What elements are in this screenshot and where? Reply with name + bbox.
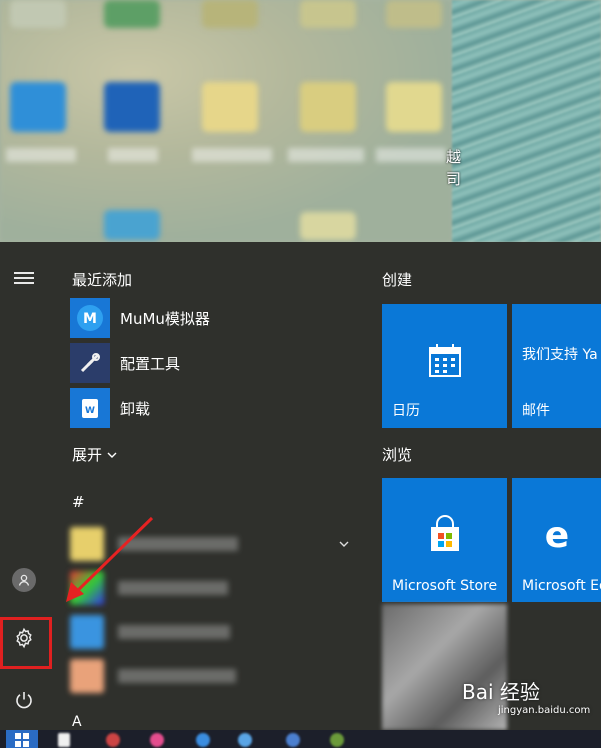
microsoft-edge-tile[interactable]: e Microsoft Ed <box>512 478 601 602</box>
calendar-icon <box>428 344 461 378</box>
app-icon <box>70 659 104 693</box>
app-item-label: 配置工具 <box>120 354 181 373</box>
expand-button[interactable]: 展开 <box>72 444 118 465</box>
user-icon <box>12 568 36 592</box>
taskbar <box>0 730 601 748</box>
create-group-header: 创建 <box>382 271 413 289</box>
watermark-url: jingyan.baidu.com <box>498 705 591 716</box>
app-item-uninstall[interactable]: W 卸载 <box>70 386 360 430</box>
list-item[interactable] <box>70 656 340 696</box>
mumu-icon: M <box>70 298 110 338</box>
list-item[interactable] <box>70 612 340 652</box>
power-button[interactable] <box>0 678 48 722</box>
app-item-label: MuMu模拟器 <box>120 309 210 328</box>
desktop-icon[interactable] <box>300 212 356 240</box>
desktop-icon[interactable] <box>104 0 160 28</box>
app-list: 最近添加 M MuMu模拟器 配置工具 W 卸载 展开 # A <box>62 242 362 730</box>
windows-icon <box>15 733 29 747</box>
taskbar-app-icon[interactable] <box>196 733 210 747</box>
chevron-down-icon[interactable] <box>338 538 350 550</box>
desktop-background: 越 司 <box>0 0 601 242</box>
power-icon <box>16 692 32 709</box>
desktop-wallpaper-sea <box>452 0 601 242</box>
tools-icon <box>70 343 110 383</box>
tile-label: 日历 <box>392 403 420 419</box>
desktop-icon[interactable] <box>10 0 66 28</box>
store-bag-icon <box>430 515 459 552</box>
desktop-edge-text: 越 <box>446 148 462 166</box>
start-menu: 最近添加 M MuMu模拟器 配置工具 W 卸载 展开 # A 创建 日历 我们… <box>0 242 601 730</box>
taskbar-app-icon[interactable] <box>150 733 164 747</box>
browse-group-header: 浏览 <box>382 446 413 464</box>
watermark-text: Bai 经验 <box>462 680 540 704</box>
account-button[interactable] <box>0 558 48 602</box>
desktop-icon-label <box>376 148 446 162</box>
calendar-tile[interactable]: 日历 <box>382 304 507 428</box>
edge-icon: e <box>544 516 568 554</box>
taskbar-app-icon[interactable] <box>106 733 120 747</box>
tile-label: Microsoft Store <box>392 578 498 594</box>
app-item-config-tool[interactable]: 配置工具 <box>70 341 360 385</box>
svg-text:W: W <box>85 406 95 416</box>
taskbar-app-icon[interactable] <box>58 733 70 747</box>
taskbar-app-icon[interactable] <box>330 733 344 747</box>
settings-highlight-box <box>0 617 52 669</box>
uninstall-icon: W <box>70 388 110 428</box>
svg-text:M: M <box>83 311 97 327</box>
start-button[interactable] <box>6 730 38 748</box>
desktop-icon[interactable] <box>386 0 442 28</box>
desktop-icon-label <box>192 148 272 162</box>
desktop-icon[interactable] <box>202 0 258 28</box>
hamburger-icon <box>14 269 34 287</box>
tile-label: Microsoft Ed <box>522 578 601 594</box>
hash-group-header[interactable]: # <box>72 493 85 511</box>
app-item-mumu[interactable]: M MuMu模拟器 <box>70 296 360 340</box>
desktop-icon[interactable] <box>300 82 356 132</box>
chevron-down-icon <box>107 452 117 458</box>
desktop-icon[interactable] <box>386 82 442 132</box>
desktop-icon-label <box>288 148 364 162</box>
app-icon <box>70 615 104 649</box>
desktop-edge-text: 司 <box>446 170 462 188</box>
desktop-icon[interactable] <box>202 82 258 132</box>
a-group-header[interactable]: A <box>72 714 82 730</box>
desktop-icon[interactable] <box>104 210 160 240</box>
baidu-watermark: Bai 经验 jingyan.baidu.com <box>462 676 590 716</box>
desktop-icon-label <box>108 148 158 162</box>
taskbar-app-icon[interactable] <box>238 733 252 747</box>
expand-label: 展开 <box>72 446 103 464</box>
desktop-icon-label <box>6 148 76 162</box>
app-item-label: 卸载 <box>120 399 151 418</box>
taskbar-app-icon[interactable] <box>286 733 300 747</box>
microsoft-store-tile[interactable]: Microsoft Store <box>382 478 507 602</box>
mail-tile-text: 我们支持 Ya <box>522 347 598 363</box>
tile-label: 邮件 <box>522 403 550 419</box>
svg-text:e: e <box>544 516 568 554</box>
app-item-label <box>118 669 236 683</box>
mail-tile[interactable]: 我们支持 Ya 邮件 <box>512 304 601 428</box>
recently-added-header: 最近添加 <box>72 271 133 289</box>
desktop-icon[interactable] <box>10 82 66 132</box>
hamburger-button[interactable] <box>0 256 48 300</box>
tile-area: 创建 日历 我们支持 Ya 邮件 浏览 Microsoft Store e Mi… <box>382 242 601 730</box>
app-item-label <box>118 625 230 639</box>
desktop-icon[interactable] <box>104 82 160 132</box>
annotation-arrow-icon <box>66 516 154 602</box>
desktop-icon[interactable] <box>300 0 356 28</box>
